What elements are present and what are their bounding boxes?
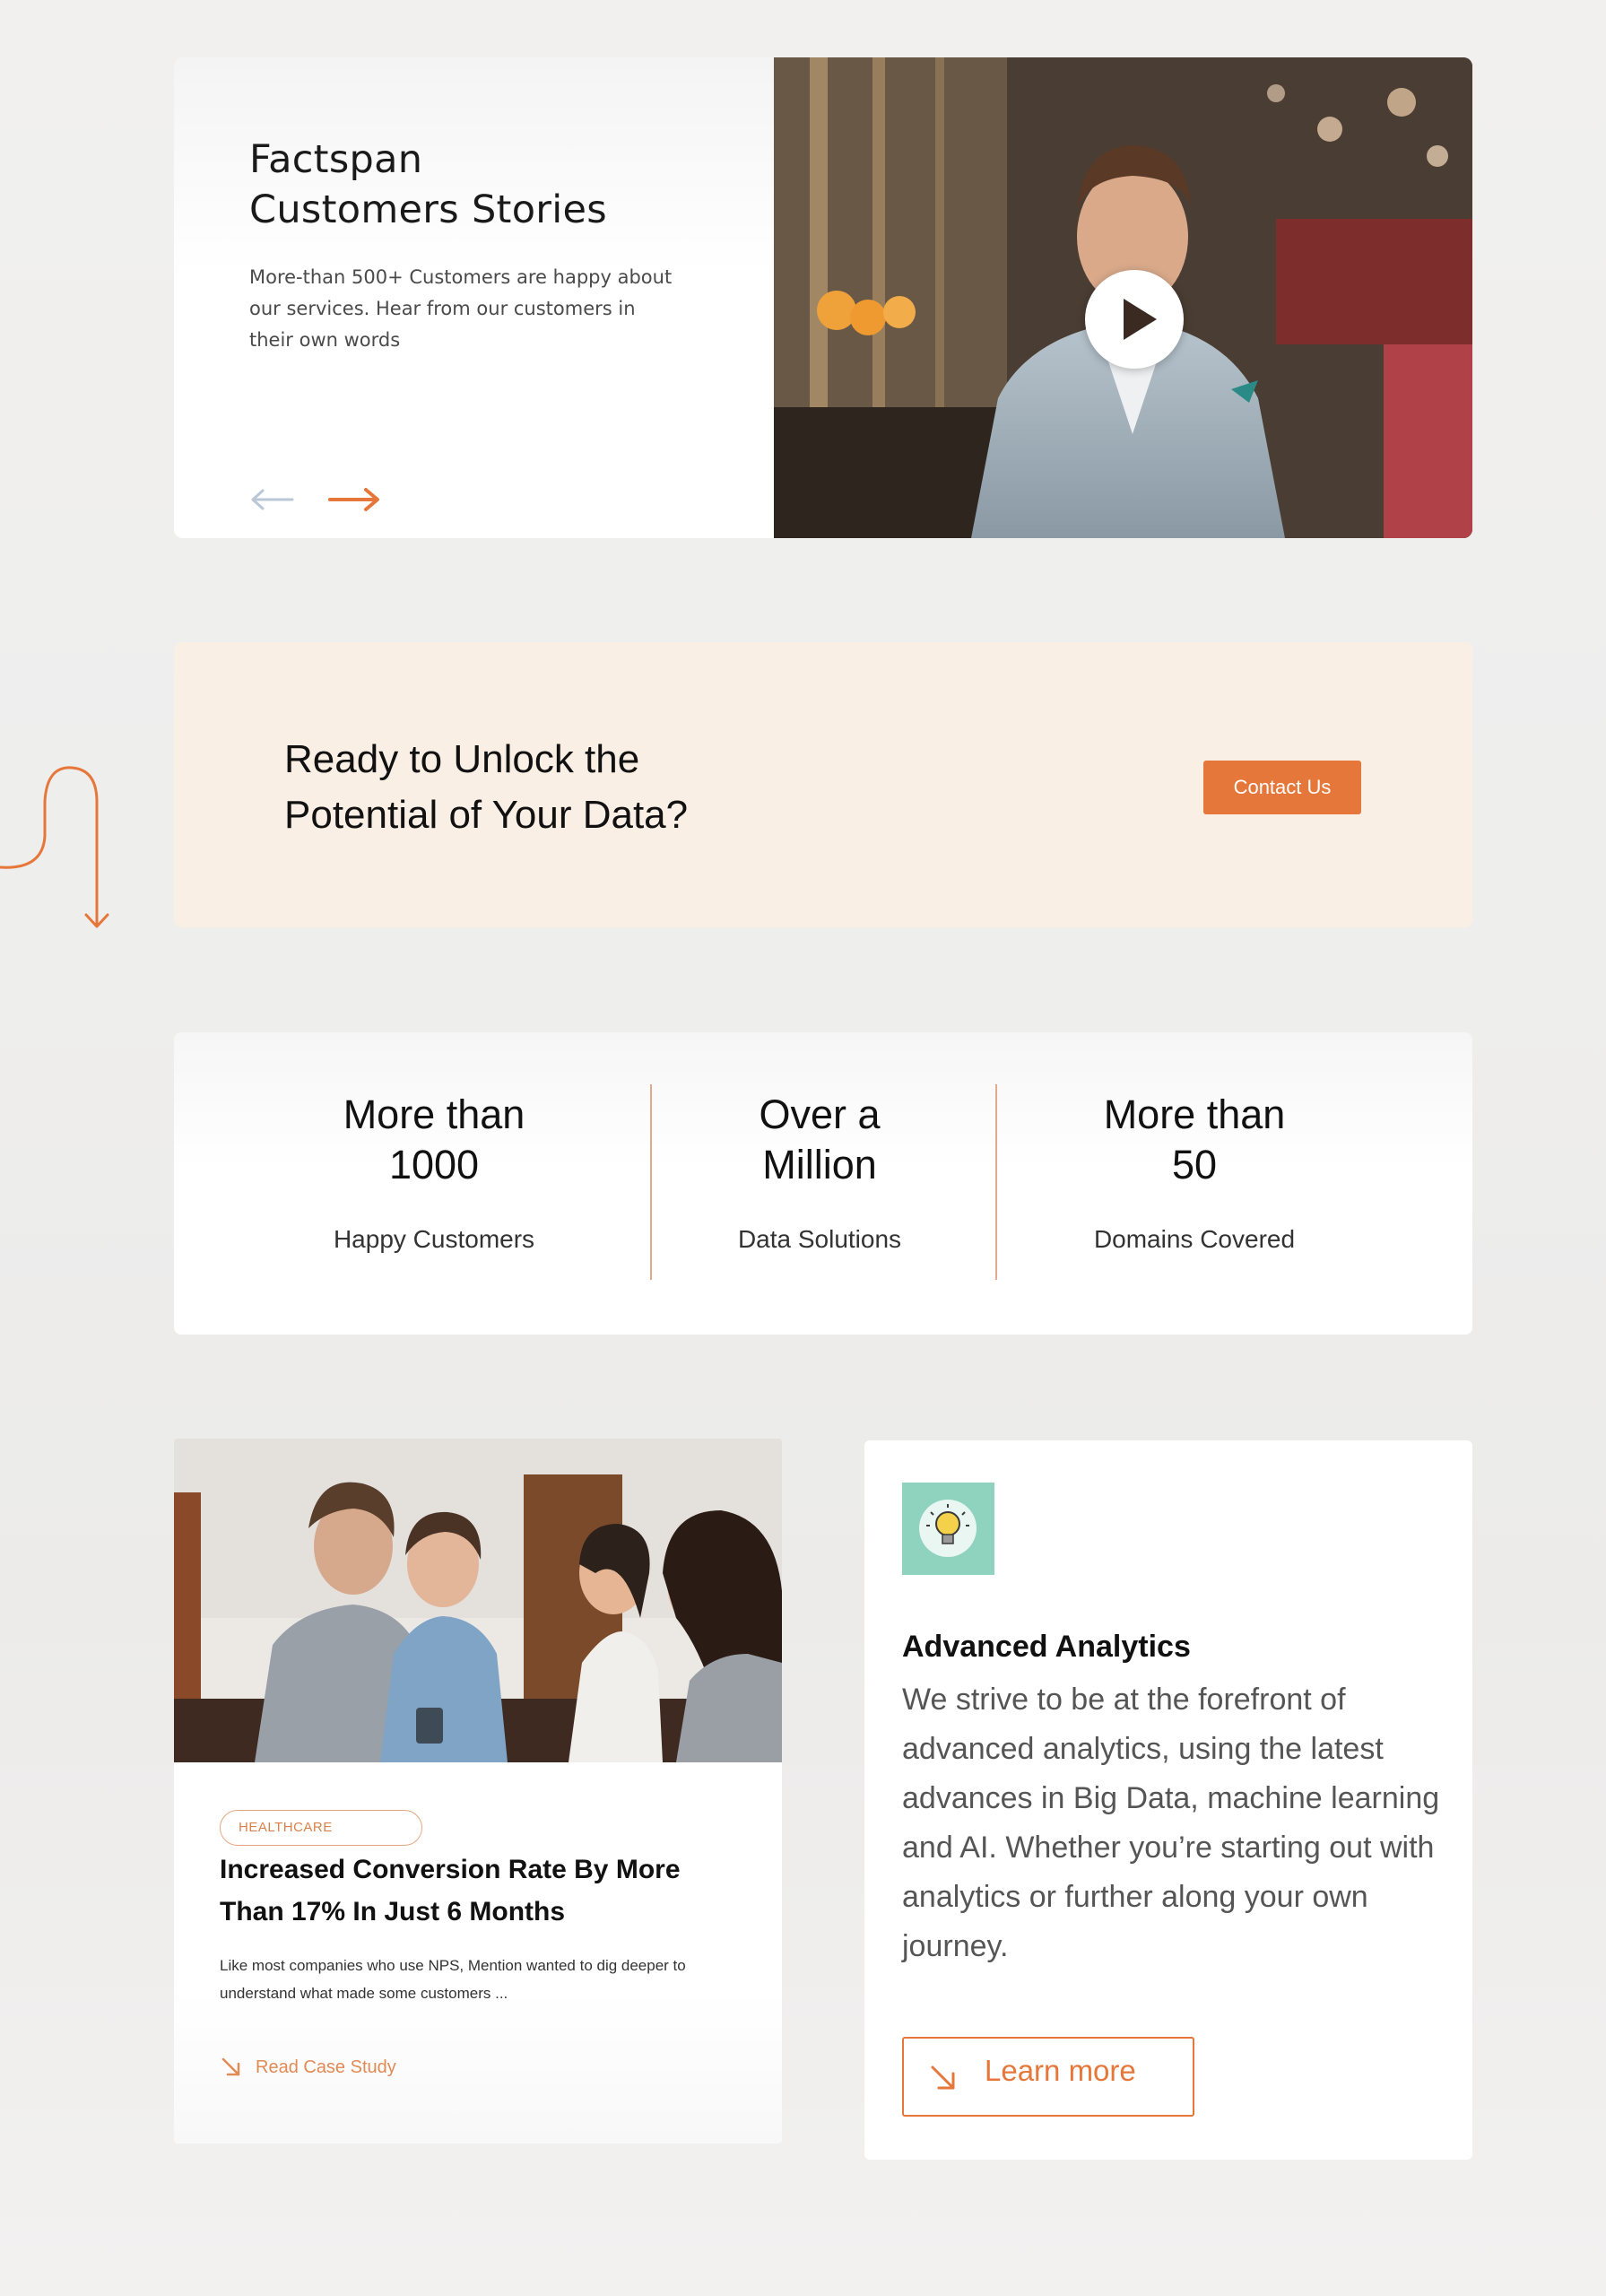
learn-more-label: Learn more (985, 2054, 1136, 2087)
stat-value-line2: 1000 (388, 1142, 480, 1187)
stat-value-line2: Million (762, 1142, 877, 1187)
case-study-card[interactable]: HEALTHCARE Increased Conversion Rate By … (174, 1439, 782, 2144)
squiggle-arrow-down-icon (0, 766, 109, 928)
customer-stories-card: Factspan Customers Stories More-than 500… (174, 57, 1472, 538)
stat-value: More than 1000 (291, 1090, 577, 1190)
analytics-title: Advanced Analytics (902, 1630, 1191, 1664)
stat-value-line1: Over a (759, 1091, 881, 1137)
arrow-down-right-icon (221, 2057, 240, 2076)
stories-description: More-than 500+ Customers are happy about… (249, 266, 673, 351)
customer-video-thumbnail[interactable] (774, 57, 1472, 538)
arrow-left-icon[interactable] (249, 484, 296, 515)
stat-value-line1: More than (1103, 1091, 1286, 1137)
stats-panel: More than 1000 Happy Customers Over a Mi… (174, 1032, 1472, 1335)
read-case-study-label: Read Case Study (256, 2057, 396, 2077)
stat-divider (650, 1084, 652, 1280)
arrow-down-right-icon (931, 2066, 955, 2090)
lightbulb-icon (902, 1483, 994, 1575)
play-icon (1124, 299, 1157, 340)
read-case-study-link[interactable]: Read Case Study (220, 2052, 396, 2083)
play-button[interactable] (1085, 270, 1184, 369)
stat-divider (995, 1084, 997, 1280)
advanced-analytics-card: Advanced Analytics We strive to be at th… (864, 1440, 1472, 2160)
arrow-right-icon[interactable] (326, 484, 382, 515)
case-study-title[interactable]: Increased Conversion Rate By More Than 1… (220, 1848, 722, 1933)
stat-label: Data Solutions (737, 1225, 902, 1253)
stat-domains-covered: More than 50 Domains Covered (1051, 1090, 1338, 1255)
case-study-photo (174, 1439, 782, 1762)
stat-data-solutions: Over a Million Data Solutions (685, 1090, 954, 1255)
learn-more-button[interactable]: Learn more (902, 2037, 1194, 2117)
stat-label: Domains Covered (1093, 1225, 1296, 1253)
cta-banner: Ready to Unlock the Potential of Your Da… (174, 642, 1472, 927)
stories-title-line1: Factspan (249, 137, 423, 182)
stat-value-line2: 50 (1171, 1142, 1218, 1187)
case-study-description: Like most companies who use NPS, Mention… (220, 1957, 686, 2002)
contact-us-button[interactable]: Contact Us (1203, 761, 1361, 814)
stories-title: Factspan Customers Stories (249, 135, 716, 235)
cta-title: Ready to Unlock the Potential of Your Da… (284, 732, 786, 843)
stat-value-line1: More than (343, 1091, 525, 1137)
stat-happy-customers: More than 1000 Happy Customers (291, 1090, 577, 1255)
stat-value: Over a Million (685, 1090, 954, 1190)
stat-label: Happy Customers (333, 1225, 535, 1253)
cta-title-line2: Potential of Your Data? (284, 793, 689, 837)
stories-text-panel: Factspan Customers Stories More-than 500… (174, 57, 774, 538)
cta-title-line1: Ready to Unlock the (284, 737, 640, 781)
stories-title-line2: Customers Stories (249, 187, 607, 232)
analytics-description: We strive to be at the forefront of adva… (902, 1683, 1440, 1963)
stat-value: More than 50 (1051, 1090, 1338, 1190)
case-study-body: HEALTHCARE Increased Conversion Rate By … (174, 1762, 782, 2144)
category-tag[interactable]: HEALTHCARE (220, 1810, 422, 1846)
